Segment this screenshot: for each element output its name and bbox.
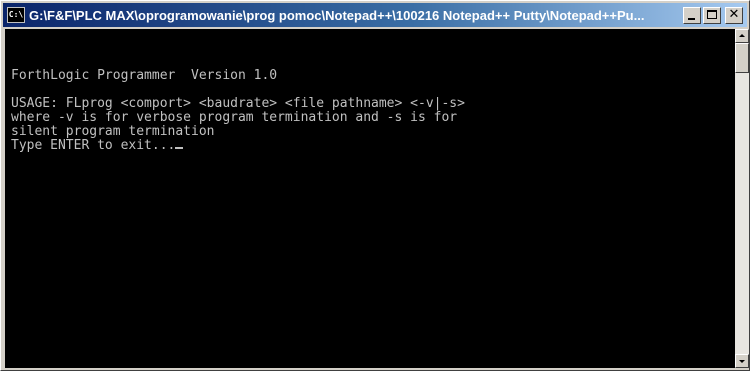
minimize-button[interactable]: [683, 6, 701, 24]
console-line-options: where -v is for verbose program terminat…: [11, 110, 458, 125]
maximize-icon: [707, 9, 717, 19]
scroll-up-arrow-icon: [739, 34, 745, 37]
close-button[interactable]: ✕: [725, 6, 743, 24]
scroll-thumb[interactable]: [735, 43, 749, 73]
console-output[interactable]: ForthLogic Programmer Version 1.0 USAGE:…: [5, 29, 735, 368]
console-icon[interactable]: C:\: [7, 7, 25, 23]
console-line-prompt: Type ENTER to exit...: [11, 138, 184, 153]
console-line-options-cont: silent program termination: [11, 124, 215, 139]
prompt-text: Type ENTER to exit...: [11, 138, 176, 153]
console-line-heading: ForthLogic Programmer Version 1.0: [11, 68, 278, 83]
scroll-down-arrow-icon: [739, 360, 745, 363]
maximize-button[interactable]: [703, 6, 721, 24]
minimize-icon: [688, 17, 695, 20]
console-window: C:\ G:\F&F\PLC MAX\oprogramowanie\prog p…: [0, 0, 750, 371]
scroll-up-button[interactable]: [735, 29, 749, 43]
window-title: G:\F&F\PLC MAX\oprogramowanie\prog pomoc…: [29, 7, 645, 23]
close-icon: ✕: [728, 6, 740, 22]
console-line-usage: USAGE: FLprog <comport> <baudrate> <file…: [11, 96, 465, 111]
text-cursor: [175, 147, 184, 149]
scroll-down-button[interactable]: [735, 354, 749, 368]
title-bar[interactable]: C:\ G:\F&F\PLC MAX\oprogramowanie\prog p…: [3, 3, 747, 27]
vertical-scrollbar[interactable]: [735, 29, 749, 368]
